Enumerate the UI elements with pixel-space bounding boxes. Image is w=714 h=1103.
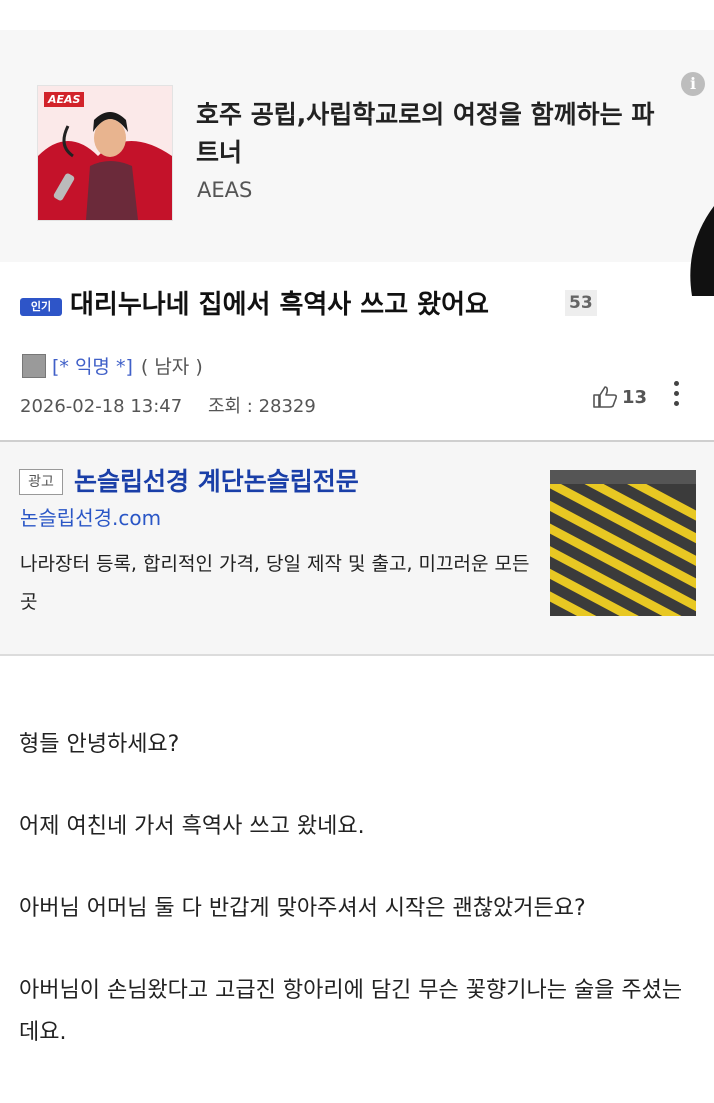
author-gender: ( 남자 ) [140,356,203,378]
hot-badge: 인기 [20,298,62,316]
author-avatar-icon [22,353,46,378]
body-paragraph-4: 아버님이 손님왔다고 고급진 항아리에 담긴 무슨 꽃향기나는 술을 주셨는데요… [19,978,683,1045]
body-paragraph-3: 아버님 어머님 둘 다 반갑게 맞아주셔서 시작은 괜찮았거든요? [19,896,586,921]
ad-brand: AEAS [197,178,253,202]
ad-url[interactable]: 논슬립선경.com [20,502,161,531]
post-meta: 2026-02-18 13:47 조회 : 28329 [20,392,316,418]
ad-label: 광고 [19,469,63,495]
author-info: [* 익명 *] ( 남자 ) [22,352,203,379]
author-name[interactable]: [* 익명 *] [52,352,133,379]
info-icon[interactable]: i [681,72,705,96]
ad-logo: AEAS [44,92,85,107]
ad-stairs-image[interactable] [550,470,696,616]
ad-description: 나라장터 등록, 합리적인 가격, 당일 제작 및 출고, 미끄러운 모든곳 [20,553,530,613]
like-count: 13 [622,386,648,408]
ad-thumbnail-image[interactable]: AEAS [37,85,173,221]
top-ad-banner[interactable]: AEAS 호주 공립,사립학교로의 여정을 함께하는 파트너 AEAS i [0,30,714,296]
inline-ad[interactable]: 광고 논슬립선경 계단논슬립전문 논슬립선경.com 나라장터 등록, 합리적인… [0,442,714,656]
body-paragraph-2: 어제 여친네 가서 흑역사 쓰고 왔네요. [19,814,365,839]
ad-title[interactable]: 호주 공립,사립학교로의 여정을 함께하는 파트너 [196,96,666,172]
like-button[interactable]: 13 [592,385,647,409]
post-views: 조회 : 28329 [207,396,316,417]
thumbs-up-icon [593,386,618,408]
ad-side-decoration [684,206,714,296]
post-date: 2026-02-18 13:47 [20,396,183,417]
post-body: 형들 안녕하세요? 어제 여친네 가서 흑역사 쓰고 왔네요. 아버님 어머님 … [19,724,699,1054]
more-options-icon[interactable] [671,378,681,416]
post-title: 대리누나네 집에서 흑역사 쓰고 왔어요 [70,290,489,320]
comment-count-badge[interactable]: 53 [565,290,597,316]
ad-headline[interactable]: 논슬립선경 계단논슬립전문 [74,462,359,498]
body-paragraph-1: 형들 안녕하세요? [19,732,180,757]
